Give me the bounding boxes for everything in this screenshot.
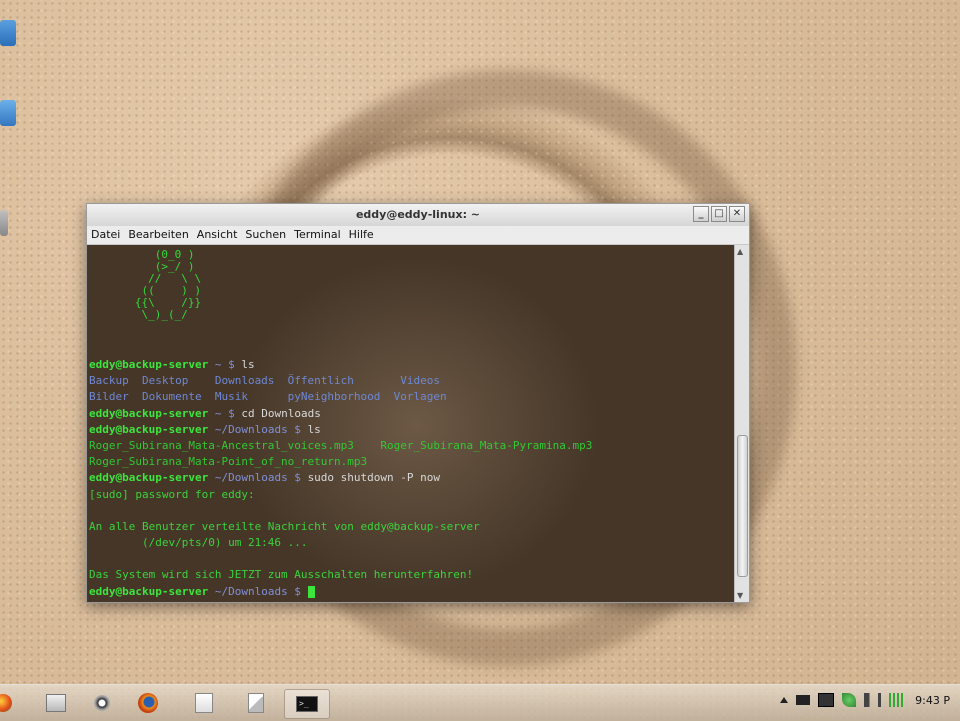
volume-icon[interactable] <box>864 693 882 707</box>
terminal-line: Roger_Subirana_Mata-Ancestral_voices.mp3… <box>89 438 592 454</box>
terminal-prompt: eddy@backup-server <box>89 406 209 420</box>
terminal-path: ~ $ <box>208 406 242 420</box>
terminal-line: Bilder Dokumente Musik pyNeighborhood Vo… <box>89 389 592 405</box>
taskbar-webcam[interactable] <box>84 689 120 717</box>
file-listing: Roger_Subirana_Mata-Ancestral_voices.mp3… <box>89 438 593 452</box>
terminal-lines: eddy@backup-server ~ $ ls Backup Desktop … <box>89 357 592 600</box>
menu-ansicht[interactable]: Ansicht <box>197 226 238 244</box>
file-listing: Roger_Subirana_Mata-Point_of_no_return.m… <box>89 455 368 469</box>
terminal-line: An alle Benutzer verteilte Nachricht von… <box>89 519 592 535</box>
terminal-prompt: eddy@backup-server <box>89 471 209 485</box>
start-button[interactable] <box>0 689 14 717</box>
tray-expand-icon[interactable] <box>780 697 789 703</box>
terminal-line: Das System wird sich JETZT zum Ausschalt… <box>89 567 592 583</box>
taskbar-terminal[interactable]: >_ <box>284 689 330 719</box>
windows-icon[interactable] <box>796 695 811 705</box>
terminal-path: ~/Downloads $ <box>208 471 308 485</box>
desktop-trash-icon[interactable] <box>0 210 8 236</box>
maximize-button[interactable]: □ <box>711 206 727 222</box>
start-orb-icon <box>0 694 12 712</box>
network-icon[interactable] <box>889 693 904 707</box>
window-controls: _ □ ✕ <box>693 206 745 222</box>
menu-bar: Datei Bearbeiten Ansicht Suchen Terminal… <box>87 226 749 245</box>
terminal-message: Das System wird sich JETZT zum Ausschalt… <box>89 568 474 582</box>
terminal-command: ls <box>241 358 255 371</box>
window-titlebar[interactable]: eddy@eddy-linux: ~ _ □ ✕ <box>87 204 749 226</box>
terminal-line: eddy@backup-server ~/Downloads $ ls <box>89 422 592 438</box>
terminal-path: ~ $ <box>208 358 242 371</box>
terminal-icon: >_ <box>296 696 318 712</box>
terminal-scrollbar[interactable]: ▲ ▼ <box>734 245 749 602</box>
leaf-icon[interactable] <box>842 693 857 707</box>
taskbar-document[interactable] <box>186 689 222 717</box>
terminal-line: eddy@backup-server ~ $ cd Downloads <box>89 406 592 422</box>
text-editor-icon <box>248 693 264 713</box>
system-tray: 9:43 P <box>780 693 950 707</box>
terminal-line: eddy@backup-server ~/Downloads $ sudo sh… <box>89 470 592 486</box>
terminal-line: (/dev/pts/0) um 21:46 ... <box>89 535 592 551</box>
menu-suchen[interactable]: Suchen <box>245 226 286 244</box>
terminal-window[interactable]: eddy@eddy-linux: ~ _ □ ✕ Datei Bearbeite… <box>86 203 750 603</box>
menu-hilfe[interactable]: Hilfe <box>349 226 374 244</box>
file-manager-icon <box>46 694 66 712</box>
terminal-message: [sudo] password for eddy: <box>89 487 255 501</box>
window-title: eddy@eddy-linux: ~ <box>355 208 481 221</box>
ascii-art-owl: (0_0 ) (>_/ ) // \ \ (( ) ) {{\ /}} \_)_… <box>134 248 202 321</box>
terminal-line: Backup Desktop Downloads Öffentlich Vide… <box>89 373 592 389</box>
terminal-prompt: eddy@backup-server <box>89 358 209 371</box>
terminal-output[interactable]: (0_0 ) (>_/ ) // \ \ (( ) ) {{\ /}} \_)_… <box>87 245 735 602</box>
terminal-prompt: eddy@backup-server <box>89 584 209 598</box>
close-button[interactable]: ✕ <box>729 206 745 222</box>
firefox-icon <box>138 693 158 713</box>
terminal-path: ~/Downloads $ <box>208 584 308 598</box>
desktop-folder-icon[interactable] <box>0 100 16 126</box>
terminal-path: ~/Downloads $ <box>208 422 308 436</box>
terminal-line: eddy@backup-server ~ $ ls <box>89 357 592 373</box>
terminal-cursor <box>307 585 315 598</box>
terminal-prompt: eddy@backup-server <box>89 422 209 436</box>
menu-terminal[interactable]: Terminal <box>294 226 341 244</box>
terminal-command: cd Downloads <box>241 406 321 420</box>
taskbar-firefox[interactable] <box>130 689 166 717</box>
menu-datei[interactable]: Datei <box>91 226 120 244</box>
scroll-up-icon[interactable]: ▲ <box>737 247 743 256</box>
terminal-message: An alle Benutzer verteilte Nachricht von… <box>89 519 480 533</box>
menu-bearbeiten[interactable]: Bearbeiten <box>128 226 188 244</box>
terminal-line: Roger_Subirana_Mata-Point_of_no_return.m… <box>89 454 592 470</box>
scrollbar-thumb[interactable] <box>737 435 748 577</box>
terminal-command: sudo shutdown -P now <box>307 471 441 485</box>
terminal-line: eddy@backup-server ~/Downloads $ <box>89 584 592 600</box>
clock[interactable]: 9:43 P <box>915 694 950 707</box>
webcam-icon <box>94 695 110 711</box>
taskbar-file-manager[interactable] <box>38 689 74 717</box>
scroll-down-icon[interactable]: ▼ <box>737 591 743 600</box>
monitor-icon[interactable] <box>818 693 835 707</box>
terminal-message: (/dev/pts/0) um 21:46 ... <box>89 536 308 550</box>
directory-listing: Bilder Dokumente Musik pyNeighborhood Vo… <box>89 390 447 404</box>
document-icon <box>195 693 213 713</box>
minimize-button[interactable]: _ <box>693 206 709 222</box>
desktop-computer-icon[interactable] <box>0 20 16 46</box>
terminal-line: [sudo] password for eddy: <box>89 487 592 503</box>
taskbar: >_ 9:43 P <box>0 684 960 721</box>
terminal-command: ls <box>307 422 321 436</box>
directory-listing: Backup Desktop Downloads Öffentlich Vide… <box>89 374 440 388</box>
taskbar-text-editor[interactable] <box>238 689 274 717</box>
